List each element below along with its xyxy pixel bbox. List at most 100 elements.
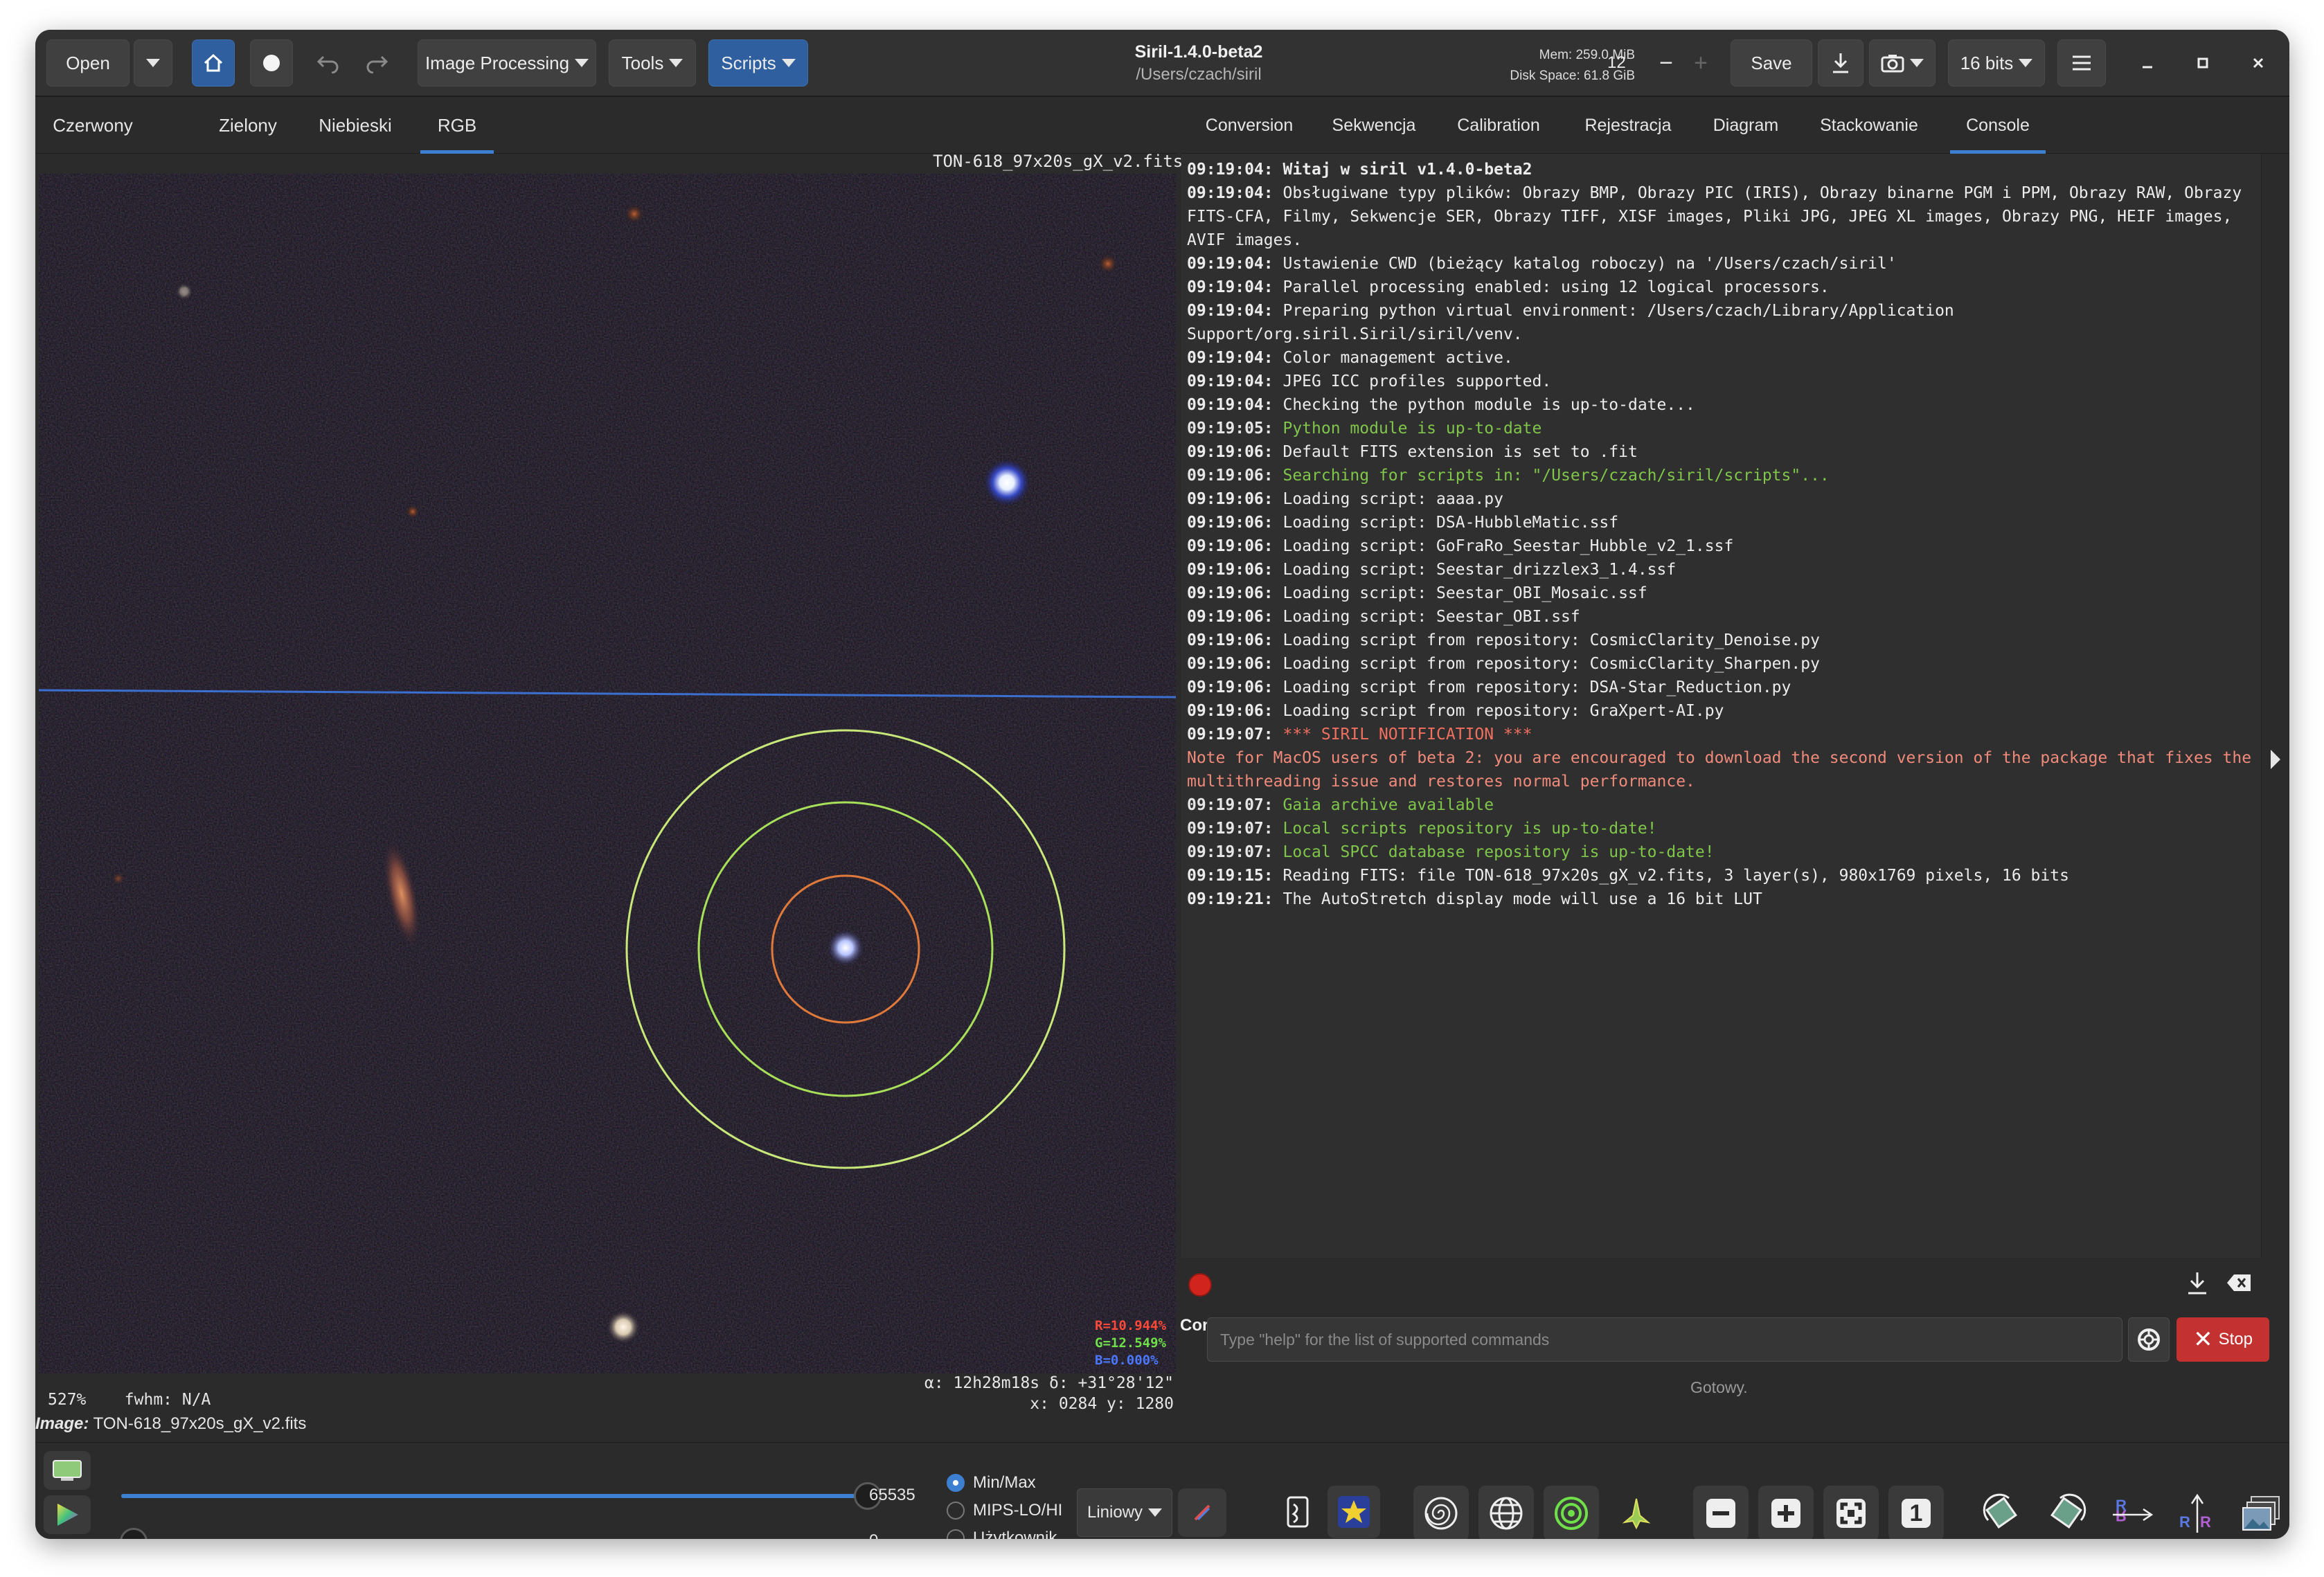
home-button[interactable] bbox=[192, 39, 235, 87]
close-button[interactable] bbox=[2237, 39, 2279, 87]
threads-decrement-button[interactable]: − bbox=[1649, 39, 1683, 87]
maximize-button[interactable] bbox=[2182, 39, 2224, 87]
minimize-button[interactable] bbox=[2127, 39, 2168, 87]
rotate-right-button[interactable] bbox=[2039, 1486, 2095, 1539]
display-scale-select[interactable]: Liniowy bbox=[1077, 1488, 1172, 1537]
zoom-out-button[interactable] bbox=[1693, 1486, 1749, 1539]
console-line: 09:19:04: Ustawienie CWD (bieżący katalo… bbox=[1187, 252, 2255, 276]
tab-rgb[interactable]: RGB bbox=[420, 97, 494, 154]
photometry-button[interactable] bbox=[1544, 1486, 1599, 1539]
channel-tabs: Czerwony Zielony Niebieski RGB bbox=[35, 97, 1178, 154]
console-log[interactable]: 09:19:04: Witaj w siril v1.4.0-beta2 09:1… bbox=[1181, 154, 2262, 1258]
siril-window: Open Image Processing Tools Scripts Siri… bbox=[35, 30, 2289, 1539]
threads-value[interactable]: 12 bbox=[1607, 39, 1649, 87]
clear-log-button[interactable] bbox=[2226, 1273, 2252, 1296]
histogram-button[interactable] bbox=[44, 1451, 91, 1490]
astrometry-button[interactable] bbox=[1478, 1486, 1534, 1539]
circle-icon bbox=[263, 55, 280, 71]
tab-green[interactable]: Zielony bbox=[208, 97, 287, 154]
maximize-icon bbox=[2197, 57, 2208, 69]
console-timestamp: 09:19:05: bbox=[1187, 420, 1273, 438]
tab-sequence[interactable]: Sekwencja bbox=[1328, 97, 1420, 154]
mirror-x-button[interactable]: RR bbox=[2104, 1486, 2160, 1539]
tab-conversion[interactable]: Conversion bbox=[1202, 97, 1296, 154]
log-indicator-icon bbox=[1188, 1273, 1212, 1297]
tab-calibration[interactable]: Calibration bbox=[1453, 97, 1544, 154]
console-timestamp: 09:19:06: bbox=[1187, 631, 1273, 649]
zoom-out-icon bbox=[1706, 1499, 1735, 1528]
star-detection-button[interactable] bbox=[1609, 1486, 1664, 1539]
command-input[interactable] bbox=[1207, 1317, 2122, 1362]
image-canvas[interactable] bbox=[39, 174, 1176, 1373]
zoom-fit-button[interactable] bbox=[1823, 1486, 1879, 1539]
console-timestamp: 09:19:07: bbox=[1187, 796, 1273, 814]
mirror-y-button[interactable]: RR bbox=[2170, 1486, 2225, 1539]
monitor-icon bbox=[53, 1460, 82, 1481]
console-timestamp: 09:19:06: bbox=[1187, 608, 1273, 626]
tab-console[interactable]: Console bbox=[1950, 97, 2046, 154]
tools-menu[interactable]: Tools bbox=[609, 39, 696, 87]
zoom-in-button[interactable] bbox=[1758, 1486, 1814, 1539]
snapshot-button[interactable] bbox=[1869, 39, 1936, 87]
mode-mips-radio[interactable]: MIPS-LO/HI bbox=[947, 1501, 1062, 1520]
tab-blue[interactable]: Niebieski bbox=[312, 97, 398, 154]
record-button[interactable] bbox=[250, 39, 293, 87]
galaxy-annotation-button[interactable] bbox=[1413, 1486, 1469, 1539]
chevron-down-icon bbox=[781, 59, 796, 67]
redo-button[interactable] bbox=[355, 39, 398, 87]
console-timestamp: 09:19:06: bbox=[1187, 561, 1273, 579]
console-timestamp: 09:19:06: bbox=[1187, 584, 1273, 602]
image-processing-menu[interactable]: Image Processing bbox=[418, 39, 596, 87]
console-line: 09:19:06: Loading script: Seestar_OBI.ss… bbox=[1187, 605, 2255, 629]
star-annotation-button[interactable] bbox=[1328, 1486, 1380, 1538]
console-timestamp: 09:19:04: bbox=[1187, 278, 1273, 296]
save-log-button[interactable] bbox=[2186, 1270, 2209, 1300]
tab-stacking[interactable]: Stackowanie bbox=[1817, 97, 1921, 154]
negative-view-button[interactable] bbox=[1275, 1486, 1321, 1538]
threads-increment-button[interactable]: + bbox=[1683, 39, 1718, 87]
panel-expander-icon[interactable] bbox=[2271, 750, 2280, 769]
console-line: 09:19:04: Checking the python module is … bbox=[1187, 393, 2255, 417]
save-as-button[interactable] bbox=[1818, 39, 1863, 87]
astro-image[interactable] bbox=[39, 174, 1176, 1373]
minimize-icon bbox=[2143, 66, 2152, 69]
console-message: Color management active. bbox=[1273, 349, 1513, 367]
zoom-one-button[interactable]: 1 bbox=[1888, 1486, 1944, 1539]
save-button[interactable]: Save bbox=[1731, 39, 1812, 87]
console-timestamp: 09:19:04: bbox=[1187, 161, 1273, 179]
bit-depth-menu[interactable]: 16 bits bbox=[1948, 39, 2045, 87]
command-help-button[interactable] bbox=[2128, 1317, 2170, 1362]
console-timestamp: 09:19:06: bbox=[1187, 514, 1273, 532]
mode-minmax-radio[interactable]: Min/Max bbox=[947, 1473, 1036, 1493]
recent-files-dropdown[interactable] bbox=[134, 39, 172, 87]
undo-button[interactable] bbox=[307, 39, 350, 87]
faint-star bbox=[1098, 254, 1118, 273]
scripts-label: Scripts bbox=[721, 52, 776, 73]
zoom-one-label: 1 bbox=[1909, 1499, 1923, 1526]
mode-user-radio[interactable]: Użytkownik bbox=[947, 1529, 1057, 1539]
tab-red[interactable]: Czerwony bbox=[48, 97, 138, 154]
open-button[interactable]: Open bbox=[46, 39, 129, 87]
console-line: 09:19:04: Preparing python virtual envir… bbox=[1187, 299, 2255, 346]
low-slider-knob[interactable] bbox=[120, 1528, 148, 1539]
color-balance-button[interactable] bbox=[44, 1495, 91, 1534]
tab-registration[interactable]: Rejestracja bbox=[1582, 97, 1674, 154]
tab-plot[interactable]: Diagram bbox=[1709, 97, 1782, 154]
console-toolbar bbox=[1181, 1258, 2262, 1306]
console-line: 09:19:04: Color management active. bbox=[1187, 346, 2255, 370]
scripts-menu[interactable]: Scripts bbox=[708, 39, 808, 87]
rotate-left-icon bbox=[1983, 1493, 2017, 1529]
color-map-button[interactable] bbox=[1178, 1488, 1226, 1537]
console-line: 09:19:06: Loading script from repository… bbox=[1187, 629, 2255, 652]
console-line: 09:19:07: Local scripts repository is up… bbox=[1187, 817, 2255, 840]
main-menu-button[interactable] bbox=[2057, 39, 2106, 87]
console-timestamp: 09:19:04: bbox=[1187, 255, 1273, 273]
console-timestamp: 09:19:07: bbox=[1187, 820, 1273, 838]
high-slider-fill bbox=[121, 1494, 855, 1498]
console-message: Obsługiwane typy plików: Obrazy BMP, Obr… bbox=[1187, 184, 2252, 249]
rotate-left-button[interactable] bbox=[1974, 1486, 2030, 1539]
faint-star bbox=[176, 283, 193, 300]
image-gallery-button[interactable] bbox=[2235, 1486, 2289, 1539]
console-timestamp: 09:19:15: bbox=[1187, 867, 1273, 885]
stop-button[interactable]: ✕ Stop bbox=[2176, 1317, 2269, 1362]
